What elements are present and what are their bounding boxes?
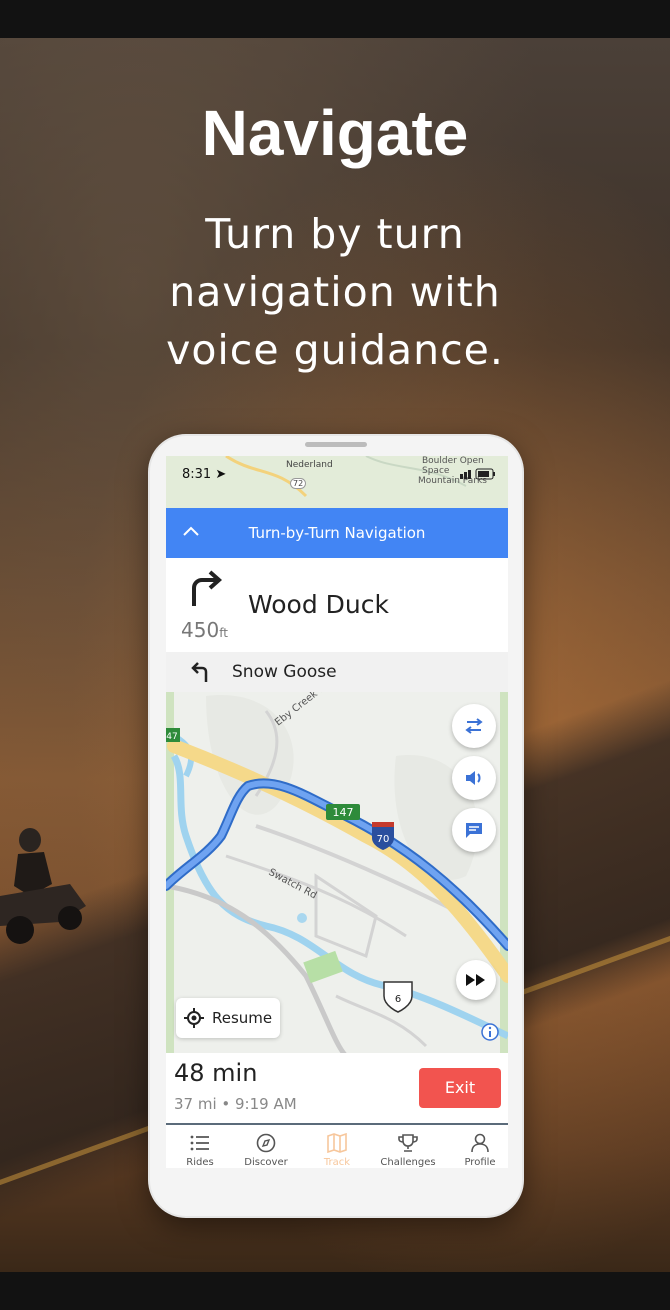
turn-distance-unit: ft [219, 626, 228, 640]
chat-icon [466, 823, 482, 838]
eta-detail: 37 mi • 9:19 AM [174, 1095, 297, 1113]
locate-icon [184, 1008, 204, 1028]
hero-subtitle: Turn by turn navigation with voice guida… [100, 205, 570, 379]
battery-icon [460, 468, 496, 483]
hwy-147-shield: 147 [326, 804, 360, 820]
turn-distance: 450ft [181, 618, 228, 642]
route-options-icon [465, 718, 483, 734]
tab-rides[interactable]: Rides [166, 1133, 234, 1168]
compass-icon [256, 1133, 276, 1153]
turn-right-icon [192, 570, 223, 606]
us6-label: 6 [395, 994, 401, 1005]
volume-button[interactable] [452, 756, 496, 800]
map-label-town: Nederland [286, 460, 333, 470]
status-time: 8:31 ➤ [182, 467, 227, 482]
tab-profile-label: Profile [464, 1157, 496, 1168]
phone-speaker [305, 442, 367, 447]
tab-profile[interactable]: Profile [446, 1133, 508, 1168]
next-turn-card[interactable]: Snow Goose [166, 652, 508, 692]
nav-header-title: Turn-by-Turn Navigation [248, 524, 426, 542]
motorcycle-rider-image [0, 828, 86, 944]
resume-label: Resume [212, 1009, 273, 1027]
volume-icon [466, 771, 481, 785]
info-icon[interactable] [480, 1022, 500, 1042]
hero-title: Navigate [201, 97, 469, 169]
current-turn-card[interactable]: 450ft Wood Duck [166, 558, 508, 653]
side-road-shield: 47 [166, 728, 180, 742]
user-icon [471, 1133, 489, 1153]
phone-screen: 147 70 6 47 Eby Creek Rd Swatch Rd 8:31 … [166, 456, 508, 1168]
hero-subtitle-line: navigation with [169, 268, 501, 316]
tab-track-label: Track [323, 1157, 351, 1168]
tab-discover-label: Discover [244, 1157, 288, 1168]
hero-subtitle-line: Turn by turn [205, 210, 465, 258]
hwy-147-label: 147 [333, 806, 354, 819]
current-turn-street: Wood Duck [248, 590, 389, 619]
exit-button[interactable]: Exit [419, 1068, 501, 1108]
fast-forward-icon [466, 974, 485, 986]
tab-challenges-label: Challenges [380, 1157, 436, 1168]
chat-button[interactable] [452, 808, 496, 852]
fast-forward-button[interactable] [456, 960, 496, 1000]
tab-discover[interactable]: Discover [232, 1133, 300, 1168]
hero-subtitle-line: voice guidance. [166, 326, 504, 374]
app-store-screenshot: Navigate Turn by turn navigation with vo… [0, 0, 670, 1310]
tab-rides-label: Rides [186, 1157, 214, 1168]
eta-panel: 48 min 37 mi • 9:19 AM Exit [166, 1053, 508, 1123]
eta-duration: 48 min [174, 1059, 258, 1087]
status-bar: 8:31 ➤ Nederland 72 Boulder Open Space M… [166, 456, 508, 496]
trophy-icon [398, 1134, 418, 1152]
tab-challenges[interactable]: Challenges [374, 1133, 442, 1168]
tab-track[interactable]: Track [303, 1133, 371, 1168]
list-icon [190, 1135, 209, 1151]
tab-bar: Rides Discover Track Challenges Profile [166, 1125, 508, 1168]
route-options-button[interactable] [452, 704, 496, 748]
top-letterbox [0, 0, 670, 38]
side-road-label: 47 [166, 732, 177, 742]
turn-left-icon [191, 662, 208, 682]
bottom-letterbox [0, 1272, 670, 1310]
resume-button[interactable]: Resume [176, 998, 280, 1038]
i70-label: 70 [377, 834, 390, 845]
next-turn-street: Snow Goose [232, 662, 337, 682]
map-label-route-72: 72 [290, 478, 307, 489]
phone-frame: 147 70 6 47 Eby Creek Rd Swatch Rd 8:31 … [150, 436, 522, 1216]
nav-header: Turn-by-Turn Navigation [166, 508, 508, 558]
map-icon [327, 1133, 347, 1153]
